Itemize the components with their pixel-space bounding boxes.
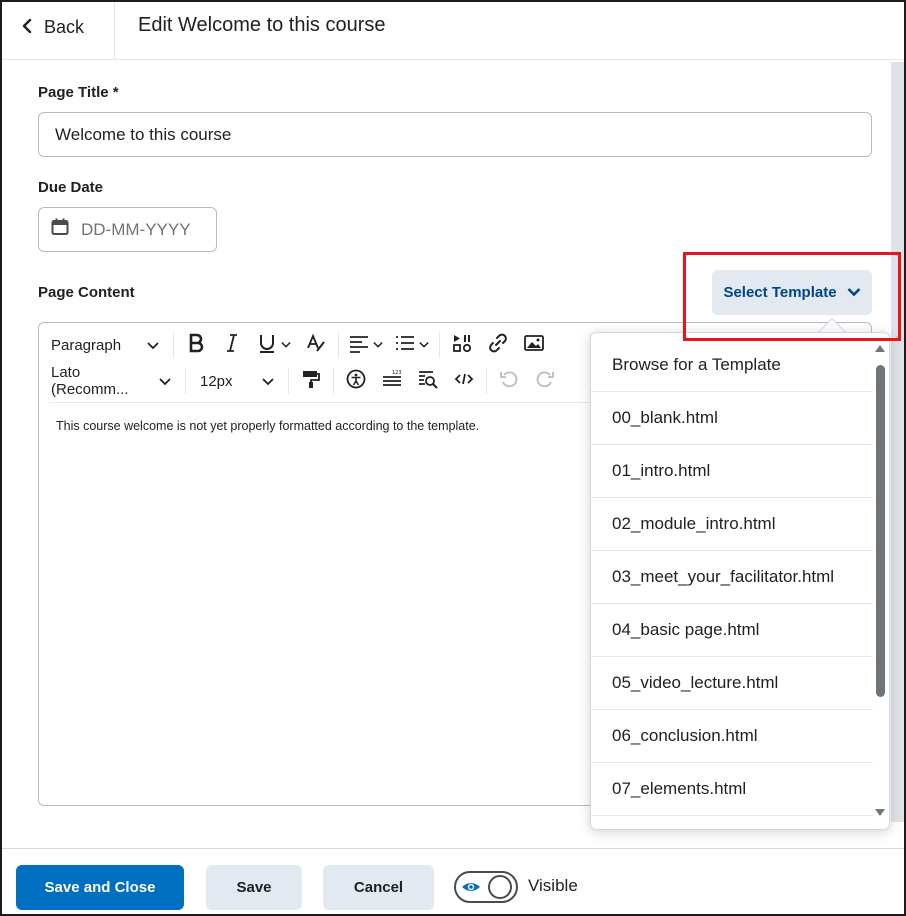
insert-media-icon <box>452 333 472 358</box>
page-title-input[interactable] <box>38 112 872 157</box>
image-icon <box>524 333 544 358</box>
toolbar-separator <box>173 332 174 358</box>
word-count-button[interactable]: 123 <box>374 365 410 397</box>
toolbar-separator <box>486 368 487 394</box>
code-icon <box>454 369 474 394</box>
template-dropdown: Browse for a Template 00_blank.html 01_i… <box>590 332 890 830</box>
font-size-select[interactable]: 12px <box>190 365 284 397</box>
visibility-toggle[interactable] <box>454 871 518 903</box>
chevron-down-icon <box>159 373 171 390</box>
text-format-button[interactable] <box>298 329 334 361</box>
align-left-icon <box>349 333 369 358</box>
due-date-field[interactable] <box>38 207 217 252</box>
bold-button[interactable] <box>178 329 214 361</box>
page-title-label: Page Title * <box>38 84 119 101</box>
preview-icon <box>418 369 438 394</box>
underline-button[interactable] <box>250 329 298 361</box>
page-title: Edit Welcome to this course <box>138 14 386 36</box>
toolbar-separator <box>439 332 440 358</box>
scroll-down-arrow-icon[interactable] <box>875 809 885 816</box>
font-size-value: 12px <box>200 372 233 390</box>
toolbar-row-2: Lato (Recomm... 12px 123 <box>41 363 563 399</box>
chevron-down-icon <box>415 336 429 354</box>
dropdown-scrollbar[interactable] <box>876 365 885 697</box>
insert-stuff-button[interactable] <box>444 329 480 361</box>
toolbar-divider <box>49 402 609 403</box>
text-format-icon <box>306 333 326 358</box>
select-template-label: Select Template <box>723 284 837 301</box>
back-label: Back <box>44 16 85 37</box>
bold-icon <box>186 333 206 358</box>
chevron-down-icon <box>277 336 291 354</box>
chevron-left-icon <box>20 17 34 38</box>
block-format-select[interactable]: Paragraph <box>41 329 169 361</box>
template-item[interactable]: 03_meet_your_facilitator.html <box>591 551 873 604</box>
template-item[interactable]: 05_video_lecture.html <box>591 657 873 710</box>
chevron-down-icon <box>262 373 274 390</box>
page-content-label: Page Content <box>38 284 135 301</box>
page-header: Back Edit Welcome to this course <box>2 2 904 60</box>
select-template-button[interactable]: Select Template <box>712 270 872 315</box>
eye-icon <box>461 879 481 895</box>
format-painter-icon <box>301 369 321 394</box>
toggle-knob <box>488 875 512 899</box>
template-item[interactable]: 02_module_intro.html <box>591 498 873 551</box>
back-button[interactable]: Back <box>20 12 84 42</box>
editor-content[interactable]: This course welcome is not yet properly … <box>56 419 479 433</box>
save-and-close-button[interactable]: Save and Close <box>16 865 184 910</box>
undo-button[interactable] <box>491 365 527 397</box>
scroll-up-arrow-icon[interactable] <box>875 345 885 352</box>
list-button[interactable] <box>389 329 435 361</box>
chevron-down-icon <box>847 284 861 301</box>
font-family-select[interactable]: Lato (Recomm... <box>41 364 181 398</box>
save-button[interactable]: Save <box>206 865 302 910</box>
template-item[interactable]: 07_elements.html <box>591 763 873 816</box>
template-item[interactable]: 01_intro.html <box>591 445 873 498</box>
svg-text:123: 123 <box>392 370 402 376</box>
toolbar-separator <box>333 368 334 394</box>
insert-link-button[interactable] <box>480 329 516 361</box>
template-item[interactable]: 04_basic page.html <box>591 604 873 657</box>
word-count-icon: 123 <box>382 369 402 394</box>
toolbar-separator <box>288 368 289 394</box>
align-button[interactable] <box>343 329 389 361</box>
app-frame: Back Edit Welcome to this course Page Ti… <box>0 0 906 916</box>
cancel-button[interactable]: Cancel <box>323 865 434 910</box>
bullet-list-icon <box>395 333 415 358</box>
template-item[interactable]: 00_blank.html <box>591 392 873 445</box>
accessibility-checker-button[interactable] <box>338 365 374 397</box>
underline-icon <box>257 333 277 358</box>
header-divider <box>114 2 115 59</box>
toolbar-separator <box>338 332 339 358</box>
browse-template-item[interactable]: Browse for a Template <box>591 339 873 392</box>
toolbar-separator <box>185 368 186 394</box>
block-format-value: Paragraph <box>51 336 122 354</box>
toolbar-row-1: Paragraph <box>41 327 552 363</box>
redo-button[interactable] <box>527 365 563 397</box>
main-scrollbar[interactable] <box>891 62 904 822</box>
template-item[interactable]: 06_conclusion.html <box>591 710 873 763</box>
footer-bar: Save and Close Save Cancel Visible <box>2 848 904 914</box>
due-date-label: Due Date <box>38 179 104 196</box>
visibility-label: Visible <box>528 876 578 895</box>
accessibility-icon <box>346 369 366 394</box>
link-icon <box>488 333 508 358</box>
source-code-button[interactable] <box>446 365 482 397</box>
font-family-value: Lato (Recomm... <box>51 364 129 398</box>
due-date-input[interactable] <box>81 219 201 240</box>
chevron-down-icon <box>147 337 159 354</box>
italic-button[interactable] <box>214 329 250 361</box>
preview-button[interactable] <box>410 365 446 397</box>
insert-image-button[interactable] <box>516 329 552 361</box>
chevron-down-icon <box>369 336 383 354</box>
undo-icon <box>499 369 519 394</box>
redo-icon <box>535 369 555 394</box>
italic-icon <box>222 333 242 358</box>
format-painter-button[interactable] <box>293 365 329 397</box>
calendar-icon <box>51 218 69 241</box>
